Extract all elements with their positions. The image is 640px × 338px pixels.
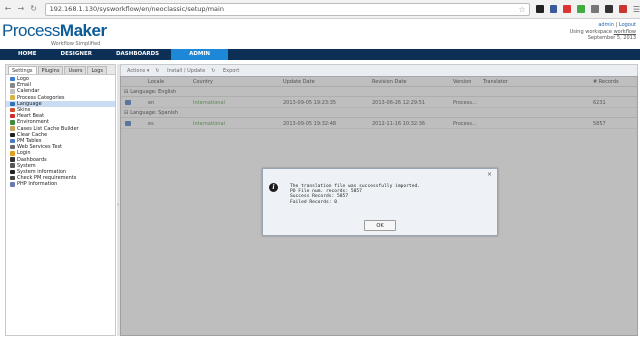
url-text: 192.168.1.130/sysworkflow/en/neoclassic/… [49,5,224,13]
sidebar-item-label: Process Categories [17,94,65,101]
tab-dashboards[interactable]: DASHBOARDS [104,49,171,60]
extension-icon[interactable] [618,5,627,13]
workspace-prefix: Using workspace [569,28,614,35]
sidebar-item-label: Calendar [17,88,40,95]
sidebar-item-icon [10,157,15,162]
sidebar-item-icon [10,126,15,131]
sidebar-tab-users[interactable]: Users [64,66,87,74]
sidebar-item-icon [10,76,15,82]
sidebar-item-label: Environment [17,119,49,126]
sidebar-item-icon [10,120,15,125]
tab-home[interactable]: HOME [0,49,49,60]
sidebar-item-label: Login [17,150,31,157]
sidebar-item-icon [10,107,15,113]
logout-link[interactable]: Logout [619,22,636,28]
extension-icon[interactable] [591,5,600,13]
install-update-button[interactable]: ↻ Install / Update [155,68,205,74]
sidebar-item-icon [10,113,15,119]
dialog-message: The translation file was successfully im… [290,184,420,205]
sidebar-item-label: Heart Beat [17,113,45,120]
sidebar-item-label: System [17,162,36,169]
sidebar-item-icon [10,151,15,156]
close-icon[interactable]: × [487,171,492,178]
sidebar: Settings Plugins Users Logs Logo Email Cal… [5,64,116,336]
sidebar-item-label: Dashboards [17,156,47,163]
sidebar-tab-logs[interactable]: Logs [87,66,107,74]
main-nav: HOME DESIGNER DASHBOARDS ADMIN [0,49,640,60]
tab-admin[interactable]: ADMIN [171,49,229,60]
logo-subtitle: Workflow Simplified [51,41,101,47]
sidebar-item-icon [10,83,15,88]
sidebar-item-icon [10,175,15,181]
sidebar-tab-plugins[interactable]: Plugins [37,66,64,74]
extension-icon[interactable] [577,5,586,13]
sidebar-list: Logo Email Calendar Process Categories Langu… [6,75,115,187]
sidebar-item-icon [10,144,15,150]
sidebar-item-icon [10,132,15,138]
extension-icon[interactable] [535,5,544,13]
sidebar-item-icon [10,138,15,144]
sidebar-item-label: Web Services Test [17,144,63,151]
star-icon[interactable]: ☆ [518,5,525,14]
address-bar[interactable]: 192.168.1.130/sysworkflow/en/neoclassic/… [44,2,530,16]
sidebar-item-icon [10,169,15,175]
workspace-name: workflow [613,28,636,35]
import-success-dialog: × i The translation file was successfull… [262,168,498,236]
sidebar-item-label: System information [17,168,67,175]
menu-icon[interactable]: ☰ [633,5,640,14]
sidebar-item-label: Cases List Cache Builder [17,125,79,132]
tab-designer[interactable]: DESIGNER [49,49,104,60]
sidebar-item-icon [10,95,15,100]
info-icon: i [269,183,278,192]
sidebar-item-label: PHP Information [17,181,58,188]
sidebar-tab-settings[interactable]: Settings [8,66,37,74]
sidebar-item-label: Skins [17,107,31,114]
sidebar-item-label: PM Tables [17,137,42,144]
ok-button[interactable]: OK [364,220,396,231]
sidebar-item-icon [10,101,15,107]
sidebar-item-label: Check PM requirements [17,175,77,182]
sidebar-item-icon [10,89,15,94]
sidebar-item-label: Clear Cache [17,131,48,138]
forward-icon[interactable]: → [16,4,26,14]
export-button[interactable]: ↻ Export [211,68,239,74]
actions-menu[interactable]: Actions ▾ [127,68,149,74]
browser-toolbar: ← → ↻ 192.168.1.130/sysworkflow/en/neocl… [0,0,640,19]
app-header: ProcessMaker Workflow Simplified admin |… [0,19,640,49]
extension-icon[interactable] [549,5,558,13]
header-date: September 5, 2013 [587,35,636,41]
sidebar-tabs: Settings Plugins Users Logs [6,65,115,75]
sidebar-item-label: Language [17,100,42,107]
sidebar-item-php-information[interactable]: PHP Information [6,181,115,187]
back-icon[interactable]: ← [3,4,13,14]
extension-icon[interactable] [605,5,613,13]
sidebar-item-label: Email [17,82,31,89]
reload-icon[interactable]: ↻ [29,4,39,14]
sidebar-item-icon [10,163,15,168]
user-box: admin | Logout Using workspace workflow … [570,22,636,42]
user-link[interactable]: admin [598,22,614,28]
collapse-icon[interactable]: ‹ [117,202,119,208]
extension-icon[interactable] [563,5,572,13]
sidebar-item-icon [10,182,15,187]
sidebar-item-label: Logo [17,76,29,83]
logo: ProcessMaker [2,21,107,40]
